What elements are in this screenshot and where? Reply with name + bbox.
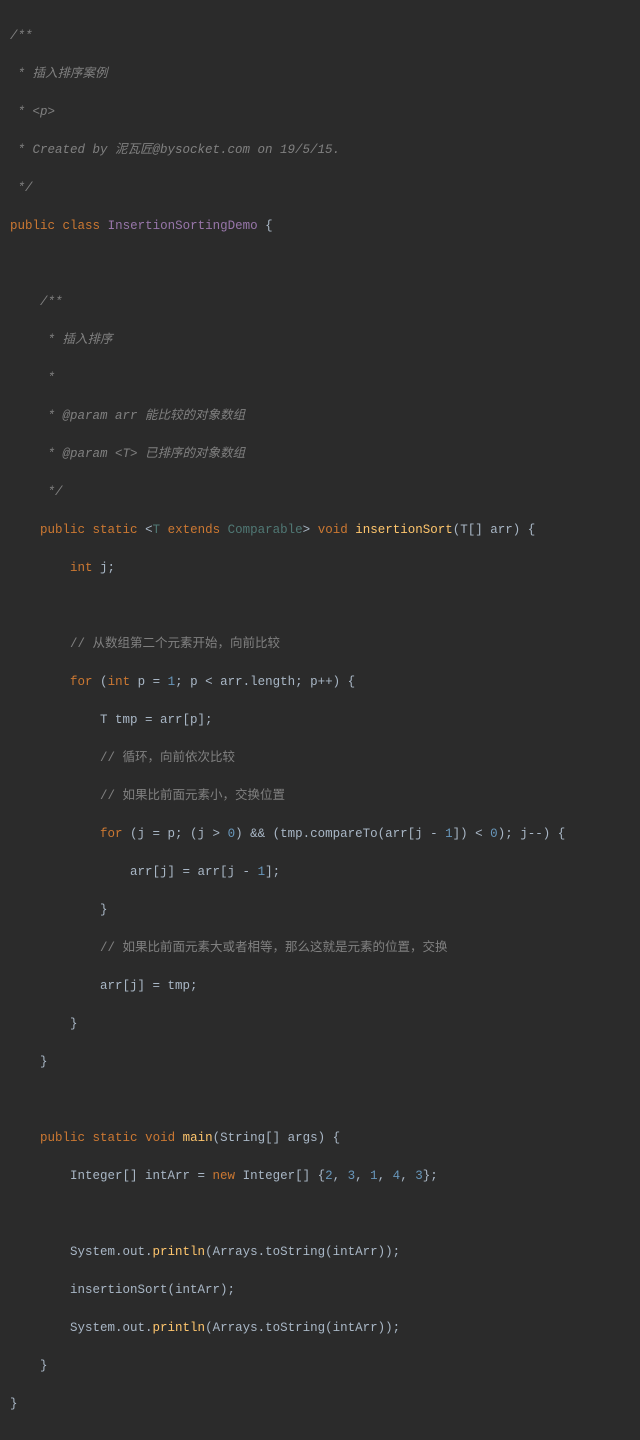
doc-line: /**	[10, 27, 630, 46]
main-decl: public static void main(String[] args) {	[10, 1129, 630, 1148]
method-decl: public static <T extends Comparable> voi…	[10, 521, 630, 540]
kw-class: class	[63, 219, 101, 233]
for-loop: for (int p = 1; p < arr.length; p++) {	[10, 673, 630, 692]
doc-line: * <p>	[10, 103, 630, 122]
comment: // 循环，向前依次比较	[10, 749, 630, 768]
code-line: int j;	[10, 559, 630, 578]
code-line: T tmp = arr[p];	[10, 711, 630, 730]
for-loop: for (j = p; (j > 0) && (tmp.compareTo(ar…	[10, 825, 630, 844]
brace: }	[10, 1395, 630, 1414]
brace: }	[10, 1015, 630, 1034]
code-line: arr[j] = arr[j - 1];	[10, 863, 630, 882]
brace: }	[10, 901, 630, 920]
code-line: insertionSort(intArr);	[10, 1281, 630, 1300]
method-name: main	[183, 1131, 213, 1145]
kw-public: public	[10, 219, 55, 233]
brace: }	[10, 1053, 630, 1072]
doc-line: */	[10, 483, 630, 502]
comment: // 如果比前面元素大或者相等，那么这就是元素的位置，交换	[10, 939, 630, 958]
code-line: System.out.println(Arrays.toString(intAr…	[10, 1319, 630, 1338]
code-line: Integer[] intArr = new Integer[] {2, 3, …	[10, 1167, 630, 1186]
code-line: arr[j] = tmp;	[10, 977, 630, 996]
doc-line: * @param arr 能比较的对象数组	[10, 407, 630, 426]
comment: // 如果比前面元素小，交换位置	[10, 787, 630, 806]
comment: // 从数组第二个元素开始，向前比较	[10, 635, 630, 654]
code-line: System.out.println(Arrays.toString(intAr…	[10, 1243, 630, 1262]
doc-line: */	[10, 179, 630, 198]
class-decl: public class InsertionSortingDemo {	[10, 217, 630, 236]
doc-line: * Created by 泥瓦匠@bysocket.com on 19/5/15…	[10, 141, 630, 160]
doc-line: * 插入排序案例	[10, 65, 630, 84]
doc-line: *	[10, 369, 630, 388]
doc-line: /**	[10, 293, 630, 312]
brace: }	[10, 1357, 630, 1376]
method-name: insertionSort	[355, 523, 453, 537]
doc-line: * 插入排序	[10, 331, 630, 350]
code-editor: /** * 插入排序案例 * <p> * Created by 泥瓦匠@byso…	[0, 0, 640, 1440]
brace: {	[265, 219, 273, 233]
class-name: InsertionSortingDemo	[108, 219, 258, 233]
doc-line: * @param <T> 已排序的对象数组	[10, 445, 630, 464]
